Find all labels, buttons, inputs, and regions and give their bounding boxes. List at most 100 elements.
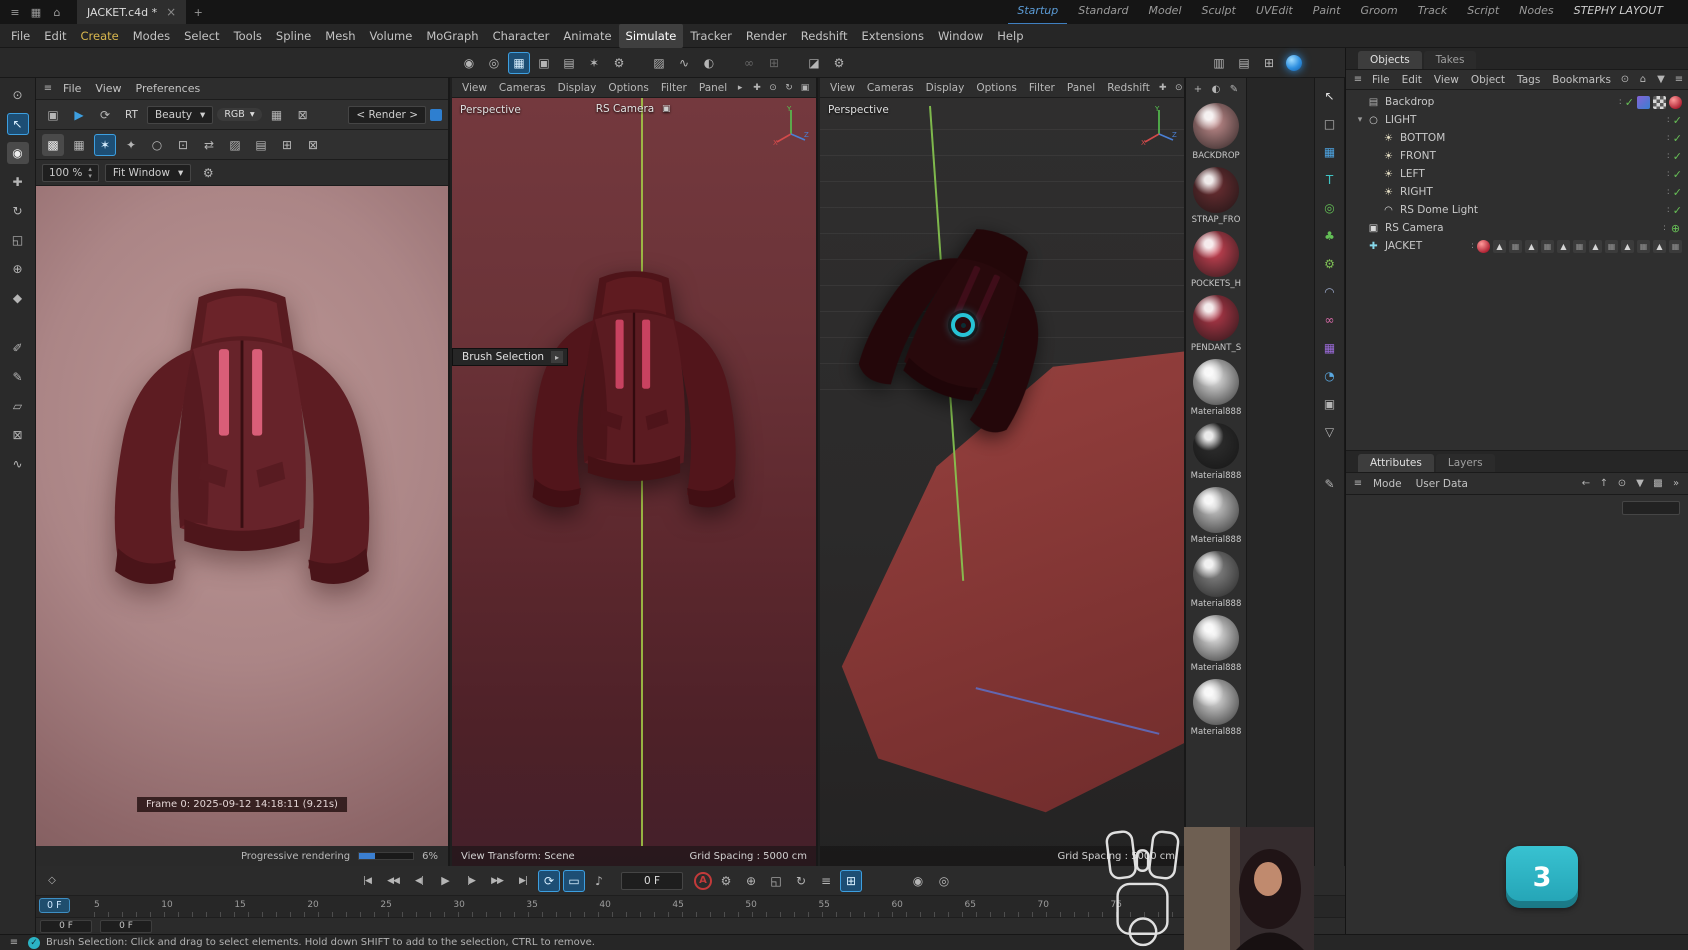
play-button[interactable]: ▶ bbox=[433, 870, 457, 892]
playhead[interactable]: 0 F bbox=[39, 898, 70, 913]
text-object-icon[interactable]: T bbox=[1320, 170, 1340, 190]
fit-window-dropdown[interactable]: Fit Window ▾ bbox=[105, 164, 191, 182]
material-item[interactable]: PENDANT_S bbox=[1186, 291, 1246, 355]
funnel-icon[interactable]: ▽ bbox=[1320, 422, 1340, 442]
status-menu-icon[interactable]: ≡ bbox=[6, 935, 22, 950]
forces-icon[interactable]: ⚙ bbox=[608, 52, 630, 74]
prev-key-button[interactable]: ◀◀ bbox=[381, 870, 405, 892]
om-menu-icon[interactable]: ≡ bbox=[1350, 72, 1366, 88]
rotate-view-icon[interactable]: ↻ bbox=[782, 81, 796, 95]
menu-spline[interactable]: Spline bbox=[269, 24, 318, 48]
menu-tools[interactable]: Tools bbox=[227, 24, 269, 48]
visibility-dots-icon[interactable]: : bbox=[1667, 133, 1670, 143]
subdivision-icon[interactable]: ◎ bbox=[1320, 198, 1340, 218]
solo-animation-button[interactable]: ◉ bbox=[907, 870, 929, 892]
sketch-tool-icon[interactable]: ✎ bbox=[7, 366, 29, 388]
menu-animate[interactable]: Animate bbox=[556, 24, 618, 48]
om-menu-edit[interactable]: Edit bbox=[1396, 70, 1428, 90]
ab-compare-icon[interactable]: ⇄ bbox=[198, 134, 220, 156]
cursor-icon[interactable]: ↖ bbox=[1320, 86, 1340, 106]
vp2-menu-cameras[interactable]: Cameras bbox=[861, 78, 920, 98]
stage-icon[interactable]: ▤ bbox=[1233, 52, 1255, 74]
visibility-dots-icon[interactable]: : bbox=[1471, 241, 1474, 251]
region-box-icon[interactable]: ⊡ bbox=[172, 134, 194, 156]
om-home-icon[interactable]: ⌂ bbox=[1635, 72, 1651, 88]
attr-menu-userdata[interactable]: User Data bbox=[1409, 472, 1475, 496]
menu-volume[interactable]: Volume bbox=[363, 24, 420, 48]
layout-tab-paint[interactable]: Paint bbox=[1304, 0, 1350, 25]
viewport-mid-canvas[interactable]: Perspective RS Camera ▣ Y X Z Brush Sele… bbox=[452, 98, 816, 866]
render-indicator[interactable] bbox=[430, 109, 442, 121]
om-menu-object[interactable]: Object bbox=[1465, 70, 1511, 90]
softbody-icon[interactable]: ◐ bbox=[698, 52, 720, 74]
film-strip-icon[interactable]: ▥ bbox=[1208, 52, 1230, 74]
material-item[interactable]: POCKETS_H bbox=[1186, 227, 1246, 291]
particles-icon[interactable]: ✶ bbox=[583, 52, 605, 74]
autokey-button[interactable]: A bbox=[694, 872, 712, 890]
camera-stack-icon[interactable]: ▣ bbox=[1320, 394, 1340, 414]
vp-menu-panel[interactable]: Panel bbox=[693, 78, 733, 98]
compositing-tag[interactable] bbox=[1637, 96, 1650, 109]
next-frame-button[interactable]: |▶ bbox=[459, 870, 483, 892]
menu-mograph[interactable]: MoGraph bbox=[419, 24, 485, 48]
record-pla-button[interactable]: ⊞ bbox=[840, 870, 862, 892]
key-diamond-icon[interactable]: ◇ bbox=[44, 873, 60, 889]
lock-view-icon[interactable]: ▩ bbox=[42, 134, 64, 156]
menu-help[interactable]: Help bbox=[990, 24, 1030, 48]
pencil-icon[interactable]: ✎ bbox=[1320, 474, 1340, 494]
tab-layers[interactable]: Layers bbox=[1436, 454, 1495, 472]
layout-tab-standard[interactable]: Standard bbox=[1069, 0, 1137, 25]
menu-overflow-icon[interactable]: ▸ bbox=[733, 81, 747, 95]
enabled-check-icon[interactable]: ✓ bbox=[1673, 132, 1682, 145]
next-key-button[interactable]: ▶▶ bbox=[485, 870, 509, 892]
layout-tab-track[interactable]: Track bbox=[1409, 0, 1457, 25]
simulation-settings-icon[interactable]: ⚙ bbox=[828, 52, 850, 74]
object-tree-empty-area[interactable] bbox=[1346, 255, 1688, 451]
layout-tab-startup[interactable]: Startup bbox=[1008, 0, 1067, 25]
om-filter-icon[interactable]: ▼ bbox=[1653, 72, 1669, 88]
pen-tool-icon[interactable]: ✐ bbox=[7, 337, 29, 359]
zoom-down-icon[interactable]: ▾ bbox=[88, 173, 92, 180]
range-start-field[interactable]: 0 F bbox=[40, 920, 92, 933]
record-parameter-button[interactable]: ≡ bbox=[815, 870, 837, 892]
tab-objects[interactable]: Objects bbox=[1358, 51, 1422, 69]
polygon-tool-icon[interactable]: ▱ bbox=[7, 395, 29, 417]
cloth-icon[interactable]: ▨ bbox=[648, 52, 670, 74]
ghost-body-icon[interactable]: ▤ bbox=[558, 52, 580, 74]
menu-simulate[interactable]: Simulate bbox=[619, 24, 684, 48]
axis-tool-icon[interactable]: ⊕ bbox=[7, 258, 29, 280]
cube-primitive-icon[interactable]: ▦ bbox=[1320, 142, 1340, 162]
enabled-check-icon[interactable]: ✓ bbox=[1625, 96, 1634, 109]
search-tool-icon[interactable]: ⊙ bbox=[7, 84, 29, 106]
vp-menu-filter[interactable]: Filter bbox=[655, 78, 693, 98]
toggle-view-icon[interactable]: ▣ bbox=[798, 81, 812, 95]
attr-menu-mode[interactable]: Mode bbox=[1366, 472, 1409, 496]
menu-redshift[interactable]: Redshift bbox=[794, 24, 855, 48]
vp2-menu-redshift[interactable]: Redshift bbox=[1101, 78, 1156, 98]
layout-tab-uvedit[interactable]: UVEdit bbox=[1247, 0, 1302, 25]
background-pattern-icon[interactable]: ▨ bbox=[224, 134, 246, 156]
vp2-menu-view[interactable]: View bbox=[824, 78, 861, 98]
rt-toggle-button[interactable]: RT bbox=[120, 107, 143, 123]
attr-menu-icon[interactable]: ≡ bbox=[1350, 476, 1366, 492]
object-row-backdrop[interactable]: ▤ Backdrop : ✓ bbox=[1346, 93, 1688, 111]
field-icon[interactable]: ▦ bbox=[1320, 338, 1340, 358]
loop-playback-button[interactable]: ⟳ bbox=[538, 870, 560, 892]
new-tab-icon[interactable]: + bbox=[189, 3, 207, 21]
close-tab-icon[interactable]: × bbox=[166, 5, 176, 19]
uv-tag[interactable] bbox=[1653, 96, 1666, 109]
sound-toggle-button[interactable]: ♪ bbox=[588, 870, 610, 892]
enabled-check-icon[interactable]: ✓ bbox=[1673, 114, 1682, 127]
layout-tab-stephy[interactable]: STEPHY LAYOUT bbox=[1565, 0, 1672, 25]
record-rotation-button[interactable]: ↻ bbox=[790, 870, 812, 892]
scene-play-icon[interactable]: ◉ bbox=[458, 52, 480, 74]
visibility-dots-icon[interactable]: : bbox=[1667, 151, 1670, 161]
rectangle-tool-icon[interactable]: □ bbox=[1320, 114, 1340, 134]
mograph-icon[interactable]: ∞ bbox=[1320, 310, 1340, 330]
viewport-right-canvas[interactable]: Perspective Y X Z Grid Spacing : 5000 cm bbox=[820, 98, 1184, 866]
snapshot-icon[interactable]: ▣ bbox=[42, 104, 64, 126]
material-item[interactable]: Material888 bbox=[1186, 547, 1246, 611]
channel-toggle[interactable]: RGB ▾ bbox=[217, 108, 261, 121]
attr-lock-icon[interactable]: ▩ bbox=[1650, 476, 1666, 492]
snapshot-compare-icon[interactable]: ✶ bbox=[94, 134, 116, 156]
